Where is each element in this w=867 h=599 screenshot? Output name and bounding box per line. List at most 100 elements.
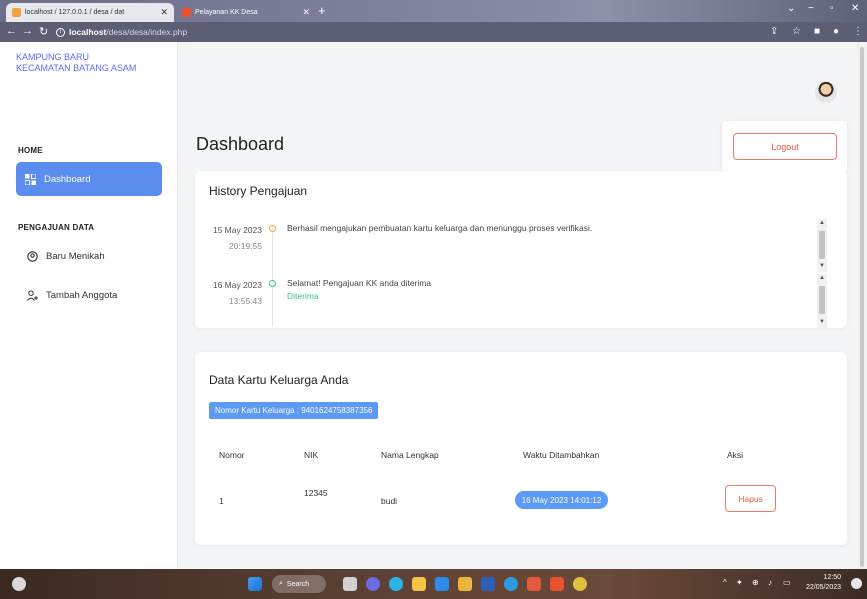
history-time: 20:19:55 [228,241,262,251]
tab-label: Pelayanan KK Desa [195,9,258,16]
minimize-icon[interactable]: − [808,3,814,14]
history-item: 16 May 2023 13:55:43 Selamat! Pengajuan … [209,277,809,311]
reload-icon[interactable]: ↻ [39,25,48,38]
notification-icon[interactable] [851,578,862,589]
page-title: Dashboard [196,134,285,154]
taskbar-search[interactable]: ⌕ Search [272,575,326,593]
cell-nik: 12345 [304,488,328,498]
scrollbar-thumb[interactable] [860,47,864,567]
sidebar-item-dashboard[interactable]: Dashboard [16,162,162,196]
site-info-icon[interactable]: i [56,27,65,37]
cell-nama: budi [381,496,398,506]
restore-icon[interactable]: ▫ [830,3,834,14]
scrollbar-thumb[interactable] [819,286,825,314]
chevron-up-icon[interactable]: ^ [723,578,727,587]
volume-icon[interactable]: ♪ [768,578,772,587]
delete-button[interactable]: Hapus [725,485,776,512]
back-icon[interactable]: ← [6,25,17,37]
sidebar: KAMPUNG BARU KECAMATAN BATANG ASAM HOME … [0,42,178,569]
tab-search-icon[interactable]: ⌄ [787,3,795,14]
page-scrollbar[interactable] [857,42,867,569]
history-message: Selamat! Pengajuan KK anda diterima [287,278,432,288]
brand-district: KECAMATAN BATANG ASAM [16,63,137,73]
new-tab-icon[interactable]: + [318,3,326,18]
xampp-icon[interactable] [527,577,541,591]
history-card: History Pengajuan 15 May 2023 20:19:55 B… [195,171,847,328]
bookmark-star-icon[interactable]: ☆ [792,26,801,37]
sidebar-item-label: Tambah Anggota [46,289,118,301]
app-icon[interactable] [458,577,472,591]
scrollbar-thumb[interactable] [819,231,825,259]
history-title: History Pengajuan [209,184,308,198]
search-icon: ⌕ [279,580,283,587]
vscode-icon[interactable] [504,577,518,591]
close-tab-icon[interactable]: ✕ [302,7,310,18]
user-circle-icon [27,250,38,262]
col-header-nama: Nama Lengkap [381,450,439,460]
tab-phpmyadmin[interactable]: localhost / 127.0.0.1 / desa / dat ✕ [6,3,174,22]
col-header-nik: NIK [304,450,319,460]
chrome-icon[interactable] [573,577,587,591]
avatar[interactable] [815,81,837,103]
url-host: localhost [69,27,107,37]
close-window-icon[interactable]: ✕ [851,3,859,14]
kk-title: Data Kartu Keluarga Anda [209,373,349,387]
phpmyadmin-icon [12,8,21,17]
add-user-icon [27,290,38,301]
col-header-nomor: Nomor [219,450,245,460]
logout-button[interactable]: Logout [733,133,837,160]
tab-pelayanan-kk[interactable]: Pelayanan KK Desa ✕ [176,3,316,22]
scroll-down-icon[interactable]: ▼ [817,319,827,325]
start-icon[interactable] [248,577,262,591]
tab-label: localhost / 127.0.0.1 / desa / dat [25,9,125,16]
profile-icon[interactable]: ● [833,26,839,37]
scroll-down-icon[interactable]: ▼ [817,263,827,269]
language-icon[interactable]: ⊕ [752,578,759,587]
history-status: Diterima [287,291,319,301]
menu-icon[interactable]: ⋮ [853,26,863,37]
edge-icon[interactable] [389,577,403,591]
address-bar-row: ← → ↻ i localhost/desa/desa/index.php ⇪ … [0,22,867,42]
word-icon[interactable] [481,577,495,591]
store-icon[interactable] [435,577,449,591]
timeline-dot-icon [269,280,276,287]
brand[interactable]: KAMPUNG BARU KECAMATAN BATANG ASAM [16,52,136,74]
history-message: Berhasil mengajukan pembuatan kartu kelu… [287,223,593,233]
site-favicon-icon [182,8,191,17]
scroll-up-icon[interactable]: ▲ [817,220,827,226]
browser-tab-strip: localhost / 127.0.0.1 / desa / dat ✕ Pel… [0,0,867,22]
sidepanel-icon[interactable]: ■ [814,26,820,37]
close-tab-icon[interactable]: ✕ [160,7,168,18]
file-explorer-icon[interactable] [412,577,426,591]
tray-app-icon[interactable]: ✦ [736,578,743,587]
history-scrollbar[interactable]: ▲ ▼ [817,274,827,328]
cell-waktu-badge: 16 May 2023 14:01:12 [515,491,608,509]
task-view-icon[interactable] [343,577,357,591]
clock-time: 12:50 [823,574,842,581]
battery-icon[interactable]: ▭ [783,578,791,587]
sidebar-item-baru-menikah[interactable]: Baru Menikah [18,239,164,273]
col-header-aksi: Aksi [727,450,744,460]
url-path: /desa/desa/index.php [106,27,188,37]
search-label: Search [286,580,310,588]
sidebar-item-tambah-anggota[interactable]: Tambah Anggota [18,278,164,312]
kk-number-badge: Nomor Kartu Keluarga : 9401624758387356 [209,402,379,419]
timeline-dot-icon [269,225,276,232]
teams-icon[interactable] [366,577,380,591]
history-date: 16 May 2023 [212,280,262,290]
clock-date: 22/05/2023 [806,584,842,591]
system-clock[interactable]: 12:50 22/05/2023 [806,573,841,593]
url-field[interactable]: i localhost/desa/desa/index.php [56,24,187,40]
share-icon[interactable]: ⇪ [770,26,778,37]
history-item: 15 May 2023 20:19:55 Berhasil mengajukan… [209,222,809,256]
forward-icon[interactable]: → [22,25,33,37]
widgets-icon[interactable] [12,577,26,591]
sidebar-item-label: Baru Menikah [46,250,105,262]
history-scrollbar[interactable]: ▲ ▼ [817,219,827,272]
app-icon[interactable] [550,577,564,591]
col-header-waktu: Waktu Ditambahkan [523,450,600,460]
brand-village: KAMPUNG BARU [16,52,90,62]
scroll-up-icon[interactable]: ▲ [817,275,827,281]
section-pengajuan-data: PENGAJUAN DATA [18,223,95,232]
kk-card: Data Kartu Keluarga Anda [195,352,847,545]
